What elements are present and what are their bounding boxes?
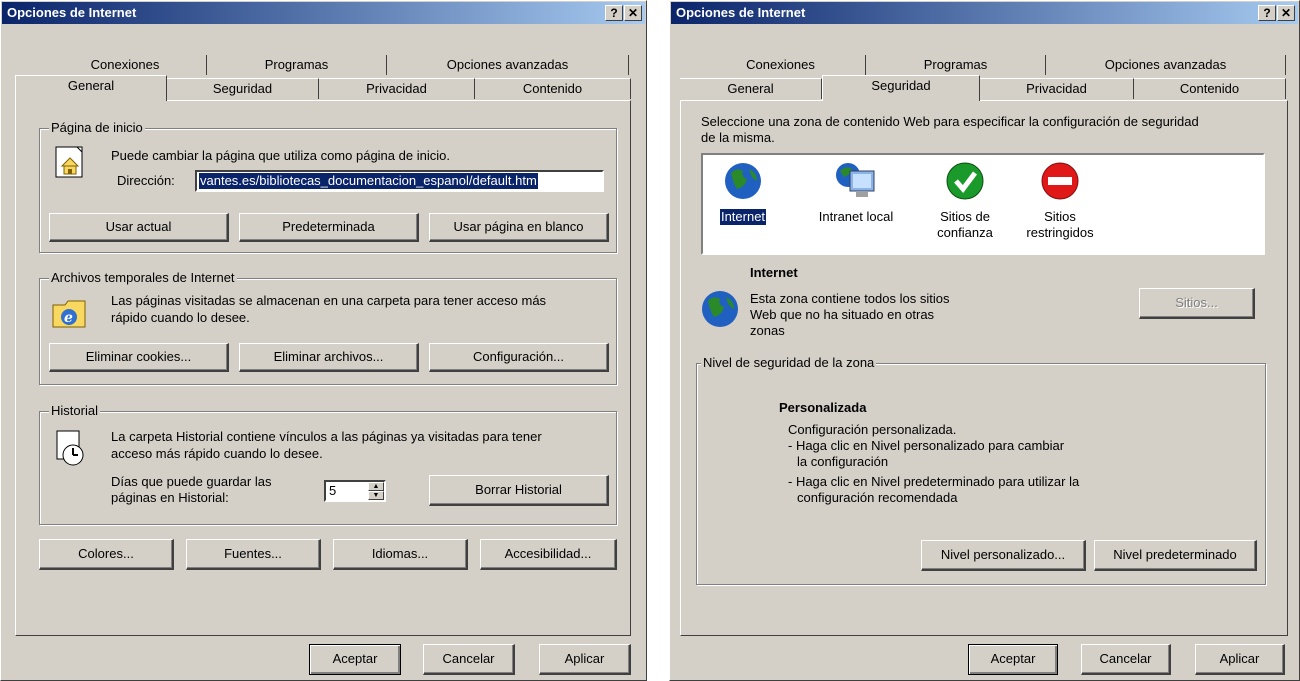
- tab-privacidad[interactable]: Privacidad: [980, 78, 1134, 99]
- history-group-title: Historial: [49, 403, 100, 418]
- cancel-button[interactable]: Cancelar: [1081, 644, 1171, 675]
- tab-opciones-avanzadas[interactable]: Opciones avanzadas: [1046, 55, 1286, 75]
- internet-globe-icon: [702, 291, 738, 327]
- history-desc-2: acceso más rápido cuando lo desee.: [111, 446, 323, 461]
- level-line-2: - Haga clic en Nivel personalizado para …: [788, 438, 1065, 453]
- temp-settings-button[interactable]: Configuración...: [429, 343, 609, 372]
- tab-general[interactable]: General: [15, 75, 167, 101]
- level-line-3: la configuración: [797, 454, 889, 469]
- internet-globe-icon: [725, 163, 761, 199]
- zone-restricted-label-2: restringidos: [1026, 225, 1094, 240]
- restricted-sites-icon: [1041, 162, 1079, 200]
- level-line-5: configuración recomendada: [797, 490, 958, 505]
- zone-trusted-label-1: Sitios de: [940, 209, 990, 224]
- trusted-sites-icon: [946, 162, 984, 200]
- zone-trusted-label-2: confianza: [937, 225, 993, 240]
- tab-opciones-avanzadas[interactable]: Opciones avanzadas: [387, 55, 629, 75]
- close-icon[interactable]: ✕: [624, 5, 642, 21]
- temp-desc-1: Las páginas visitadas se almacenan en un…: [111, 293, 547, 308]
- level-title: Personalizada: [779, 400, 867, 415]
- window-title: Opciones de Internet: [7, 5, 137, 20]
- zone-desc-2: Web que no ha situado en otras: [750, 307, 935, 322]
- use-blank-button[interactable]: Usar página en blanco: [429, 213, 609, 242]
- ok-button[interactable]: Aceptar: [968, 644, 1058, 675]
- help-icon[interactable]: ?: [1258, 5, 1276, 21]
- level-line-4: - Haga clic en Nivel predeterminado para…: [788, 474, 1080, 489]
- history-days-stepper[interactable]: 5 ▲ ▼: [324, 480, 386, 502]
- zone-desc-3: zonas: [750, 323, 785, 338]
- tab-conexiones[interactable]: Conexiones: [696, 55, 866, 75]
- address-field[interactable]: vantes.es/bibliotecas_documentacion_espa…: [195, 170, 604, 192]
- ok-button[interactable]: Aceptar: [309, 644, 401, 675]
- stepper-up-icon[interactable]: ▲: [368, 482, 384, 491]
- history-desc-1: La carpeta Historial contiene vínculos a…: [111, 429, 542, 444]
- delete-cookies-button[interactable]: Eliminar cookies...: [49, 343, 229, 372]
- title-bar: Opciones de Internet ? ✕: [2, 2, 645, 24]
- tab-contenido[interactable]: Contenido: [475, 78, 631, 99]
- zone-desc-1: Esta zona contiene todos los sitios: [750, 291, 950, 306]
- custom-level-button[interactable]: Nivel personalizado...: [921, 540, 1086, 571]
- help-icon[interactable]: ?: [605, 5, 623, 21]
- days-label-2: páginas en Historial:: [111, 490, 229, 505]
- internet-options-dialog-general: Opciones de Internet ? ✕ Conexiones Prog…: [0, 0, 647, 681]
- window-title: Opciones de Internet: [676, 5, 806, 20]
- zone-restricted-label-1: Sitios: [1044, 209, 1076, 224]
- close-icon[interactable]: ✕: [1277, 5, 1295, 21]
- tab-contenido[interactable]: Contenido: [1134, 78, 1286, 99]
- zone-title: Internet: [750, 265, 798, 280]
- temp-files-group-title: Archivos temporales de Internet: [49, 270, 237, 285]
- address-value: vantes.es/bibliotecas_documentacion_espa…: [199, 173, 538, 189]
- level-line-1: Configuración personalizada.: [788, 422, 957, 437]
- zone-internet[interactable]: Internet: [713, 161, 773, 241]
- intranet-icon: [836, 163, 875, 197]
- colors-button[interactable]: Colores...: [39, 539, 174, 570]
- tab-privacidad[interactable]: Privacidad: [319, 78, 475, 99]
- days-label-1: Días que puede guardar las: [111, 474, 272, 489]
- zone-trusted[interactable]: Sitios de confianza: [925, 161, 1005, 251]
- tab-seguridad[interactable]: Seguridad: [167, 78, 319, 99]
- zone-restricted[interactable]: Sitios restringidos: [1015, 161, 1105, 251]
- stepper-down-icon[interactable]: ▼: [368, 491, 384, 500]
- intro-text-2: de la misma.: [701, 130, 775, 145]
- svg-text:e: e: [64, 310, 73, 326]
- zone-intranet-label: Intranet local: [818, 209, 894, 224]
- homepage-desc: Puede cambiar la página que utiliza como…: [111, 148, 450, 163]
- default-level-button[interactable]: Nivel predeterminado: [1094, 540, 1257, 571]
- zone-internet-label: Internet: [719, 209, 767, 225]
- apply-button[interactable]: Aplicar: [539, 644, 631, 675]
- use-current-button[interactable]: Usar actual: [49, 213, 229, 242]
- tab-general[interactable]: General: [680, 78, 822, 99]
- fonts-button[interactable]: Fuentes...: [186, 539, 321, 570]
- security-level-group-title: Nivel de seguridad de la zona: [701, 355, 877, 370]
- use-default-button[interactable]: Predeterminada: [239, 213, 419, 242]
- zones-list: Internet Intranet local Sitios de confia…: [701, 153, 1265, 255]
- tab-seguridad[interactable]: Seguridad: [822, 75, 980, 101]
- accessibility-button[interactable]: Accesibilidad...: [480, 539, 617, 570]
- tab-programas[interactable]: Programas: [207, 55, 387, 75]
- home-page-icon: [55, 146, 83, 178]
- internet-options-dialog-security: Opciones de Internet ? ✕ Conexiones Prog…: [669, 0, 1300, 681]
- intro-text-1: Seleccione una zona de contenido Web par…: [701, 114, 1199, 129]
- title-bar: Opciones de Internet ? ✕: [671, 2, 1298, 24]
- history-icon: [56, 430, 84, 466]
- apply-button[interactable]: Aplicar: [1195, 644, 1285, 675]
- sites-button[interactable]: Sitios...: [1139, 288, 1255, 319]
- delete-files-button[interactable]: Eliminar archivos...: [239, 343, 419, 372]
- tab-programas[interactable]: Programas: [866, 55, 1046, 75]
- tab-conexiones[interactable]: Conexiones: [44, 55, 207, 75]
- languages-button[interactable]: Idiomas...: [333, 539, 468, 570]
- homepage-group-title: Página de inicio: [49, 120, 145, 135]
- history-days-value: 5: [329, 483, 337, 498]
- zone-intranet[interactable]: Intranet local: [801, 161, 911, 241]
- temp-files-icon: e: [52, 300, 86, 328]
- address-label: Dirección:: [117, 173, 175, 188]
- clear-history-button[interactable]: Borrar Historial: [429, 475, 609, 506]
- cancel-button[interactable]: Cancelar: [423, 644, 515, 675]
- temp-desc-2: rápido cuando lo desee.: [111, 310, 250, 325]
